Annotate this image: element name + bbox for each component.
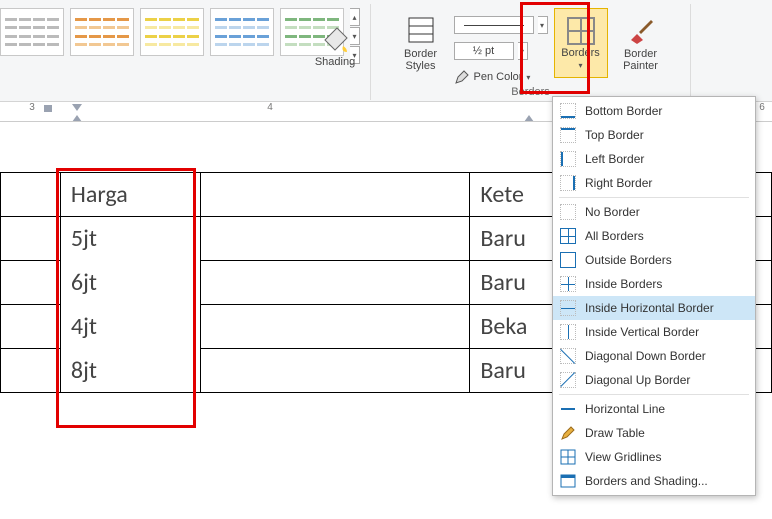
menu-view-gridlines[interactable]: View Gridlines [553,445,755,469]
pen-color-label: Pen Color [474,71,523,83]
cell[interactable]: 6jt [60,261,200,305]
bucket-icon [319,22,351,54]
dialog-icon [560,473,576,489]
menu-inside-borders[interactable]: Inside Borders [553,272,755,296]
pen-controls: ▾ ½ pt ▾ Pen Color ▾ [454,8,548,88]
menu-left-border[interactable]: Left Border [553,147,755,171]
border-painter-button[interactable]: Border Painter [614,8,668,78]
menu-label: Diagonal Up Border [585,373,690,387]
menu-label: All Borders [585,229,644,243]
table-style-thumb[interactable] [0,8,64,56]
hline-icon [560,401,576,417]
menu-no-border[interactable]: No Border [553,200,755,224]
menu-bottom-border[interactable]: Bottom Border [553,99,755,123]
ruler-right-indent[interactable] [524,112,534,122]
table-style-thumb[interactable] [210,8,274,56]
menu-label: Outside Borders [585,253,672,267]
brush-icon [625,14,657,46]
borders-dropdown-menu: Bottom Border Top Border Left Border Rig… [552,96,756,496]
cell-harga-header[interactable]: Harga [60,173,200,217]
table-style-thumb[interactable] [70,8,134,56]
menu-label: Inside Vertical Border [585,325,699,339]
border-styles-label: Border Styles [404,48,437,72]
menu-draw-table[interactable]: Draw Table [553,421,755,445]
menu-separator [559,394,749,395]
menu-horizontal-line[interactable]: Horizontal Line [553,397,755,421]
menu-label: Diagonal Down Border [585,349,706,363]
borders-group: Border Styles ▾ ½ pt ▾ Pen Color ▾ [371,4,691,100]
grid-icon [560,449,576,465]
menu-top-border[interactable]: Top Border [553,123,755,147]
table-styles-group: ▴ ▾ ▾ Shading [0,4,371,100]
shading-label: Shading [315,56,355,68]
menu-label: Top Border [585,128,644,142]
borders-dropdown-button[interactable]: Borders ▾ [554,8,608,78]
border-styles-button[interactable]: Border Styles [394,8,448,78]
menu-inside-vertical-border[interactable]: Inside Vertical Border [553,320,755,344]
border-painter-label: Border Painter [623,48,658,72]
border-styles-icon [405,14,437,46]
borders-icon [567,17,595,45]
ruler-num: 6 [759,102,765,113]
table-style-thumb[interactable] [140,8,204,56]
menu-label: View Gridlines [585,450,661,464]
pen-icon [454,69,470,85]
menu-label: Left Border [585,152,644,166]
ruler-indent-marker[interactable] [44,105,52,112]
ruler-num: 3 [29,102,35,113]
cell[interactable]: 8jt [60,349,200,393]
menu-label: Horizontal Line [585,402,665,416]
menu-outside-borders[interactable]: Outside Borders [553,248,755,272]
menu-diagonal-up-border[interactable]: Diagonal Up Border [553,368,755,392]
menu-inside-horizontal-border[interactable]: Inside Horizontal Border [553,296,755,320]
cell[interactable]: 5jt [60,217,200,261]
ruler-num: 4 [267,102,273,113]
ribbon: ▴ ▾ ▾ Shading Border Styles ▾ ½ pt [0,0,772,102]
menu-separator [559,197,749,198]
menu-label: Bottom Border [585,104,662,118]
ruler-hanging-indent[interactable] [72,112,82,122]
cell[interactable]: 4jt [60,305,200,349]
menu-label: Draw Table [585,426,645,440]
menu-label: No Border [585,205,640,219]
borders-label: Borders [561,47,600,59]
menu-borders-and-shading[interactable]: Borders and Shading... [553,469,755,493]
line-style-select[interactable] [454,16,534,34]
shading-button[interactable]: Shading [308,10,362,80]
line-style-caret[interactable]: ▾ [538,16,548,34]
pen-color-button[interactable]: Pen Color ▾ [454,66,531,88]
menu-right-border[interactable]: Right Border [553,171,755,195]
menu-label: Right Border [585,176,652,190]
pen-weight-caret[interactable]: ▾ [518,42,528,60]
pen-weight-select[interactable]: ½ pt [454,42,514,60]
menu-label: Borders and Shading... [585,474,708,488]
menu-all-borders[interactable]: All Borders [553,224,755,248]
menu-label: Inside Horizontal Border [585,301,714,315]
menu-label: Inside Borders [585,277,662,291]
pen-weight-value: ½ pt [473,45,494,57]
menu-diagonal-down-border[interactable]: Diagonal Down Border [553,344,755,368]
pencil-icon [560,425,576,441]
